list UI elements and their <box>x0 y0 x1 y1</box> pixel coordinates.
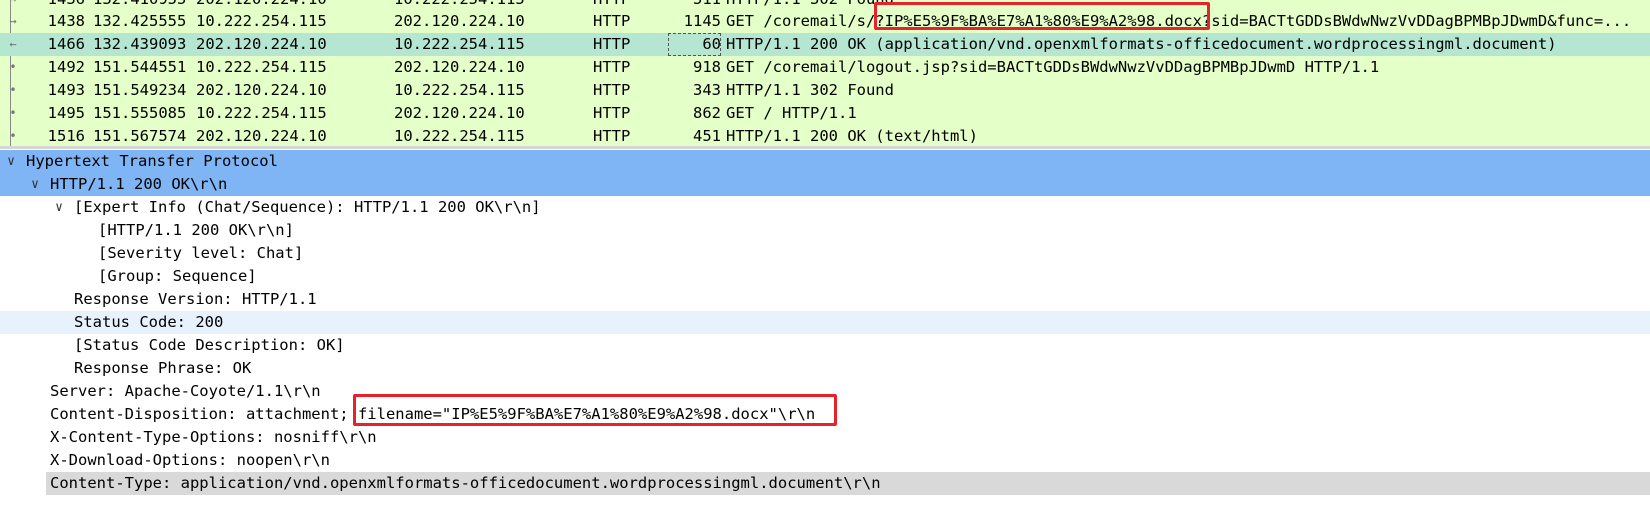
packet-protocol: HTTP <box>593 127 631 145</box>
packet-row[interactable]: • 1492 151.544551 10.222.254.115 202.120… <box>0 56 1650 79</box>
tree-item-label: Server: Apache-Coyote/1.1\r\n <box>50 382 321 400</box>
packet-row[interactable]: • 1493 151.549234 202.120.224.10 10.222.… <box>0 79 1650 102</box>
tree-item-x-content-type-options[interactable]: X-Content-Type-Options: nosniff\r\n <box>0 426 1650 449</box>
packet-number: 1438 <box>47 12 85 30</box>
packet-protocol: HTTP <box>593 104 631 122</box>
packet-length: 343 <box>693 81 721 99</box>
tree-item-status-description[interactable]: [Status Code Description: OK] <box>0 334 1650 357</box>
tree-item-severity[interactable]: [Severity level: Chat] <box>0 242 1650 265</box>
tree-item-label: HTTP/1.1 200 OK\r\n <box>50 175 228 193</box>
response-arrow-icon: ← <box>9 37 17 51</box>
packet-time: 151.555085 <box>93 104 187 122</box>
packet-length: 1145 <box>683 12 721 30</box>
packet-length: 60 <box>668 33 721 56</box>
tree-item-label: Response Phrase: OK <box>74 359 252 377</box>
tree-item-status-line[interactable]: ∨ HTTP/1.1 200 OK\r\n <box>0 173 1650 196</box>
packet-source: 10.222.254.115 <box>196 12 327 30</box>
packet-list: → 1436 132.410955 202.120.224.10 10.222.… <box>0 0 1650 148</box>
packet-length: 918 <box>693 58 721 76</box>
tree-item-content-type[interactable]: Content-Type: application/vnd.openxmlfor… <box>46 472 1650 495</box>
packet-number: 1492 <box>47 58 85 76</box>
packet-destination: 202.120.224.10 <box>394 58 525 76</box>
dot-icon: • <box>9 129 17 143</box>
packet-info: HTTP/1.1 302 Found <box>726 81 894 99</box>
tree-item-label: X-Download-Options: noopen\r\n <box>50 451 330 469</box>
tree-item-label: X-Content-Type-Options: nosniff\r\n <box>50 428 377 446</box>
tree-item-group[interactable]: [Group: Sequence] <box>0 265 1650 288</box>
tree-item-label: [Severity level: Chat] <box>98 244 304 262</box>
tree-item-response-phrase[interactable]: Response Phrase: OK <box>0 357 1650 380</box>
packet-destination: 202.120.224.10 <box>394 104 525 122</box>
packet-number: 1493 <box>47 81 85 99</box>
tree-item-status-code[interactable]: Status Code: 200 <box>0 311 1650 334</box>
packet-destination: 10.222.254.115 <box>394 81 525 99</box>
packet-info: GET / HTTP/1.1 <box>726 104 857 122</box>
packet-length: 862 <box>693 104 721 122</box>
packet-time: 151.544551 <box>93 58 187 76</box>
packet-time: 132.439093 <box>93 35 187 53</box>
packet-length: 451 <box>693 127 721 145</box>
packet-row[interactable]: • 1516 151.567574 202.120.224.10 10.222.… <box>0 125 1650 148</box>
annotation-highlight-request-filename <box>874 2 1210 30</box>
packet-source: 10.222.254.115 <box>196 104 327 122</box>
packet-source: 202.120.224.10 <box>196 81 327 99</box>
packet-source: 10.222.254.115 <box>196 58 327 76</box>
packet-row[interactable]: → 1438 132.425555 10.222.254.115 202.120… <box>0 10 1650 33</box>
tree-item-label: [HTTP/1.1 200 OK\r\n] <box>98 221 294 239</box>
tree-item-label: [Expert Info (Chat/Sequence): HTTP/1.1 2… <box>74 198 541 216</box>
tree-item-expert-info[interactable]: ∨ [Expert Info (Chat/Sequence): HTTP/1.1… <box>0 196 1650 219</box>
tree-item-http[interactable]: ∨ Hypertext Transfer Protocol <box>0 150 1650 173</box>
packet-details-tree: ∨ Hypertext Transfer Protocol ∨ HTTP/1.1… <box>0 149 1650 515</box>
packet-destination: 10.222.254.115 <box>394 127 525 145</box>
packet-number: 1495 <box>47 104 85 122</box>
packet-info: GET /coremail/logout.jsp?sid=BACTtGDDsBW… <box>726 58 1380 76</box>
packet-protocol: HTTP <box>593 58 631 76</box>
tree-item-label: Status Code: 200 <box>74 313 224 331</box>
chevron-down-icon[interactable]: ∨ <box>28 173 42 196</box>
packet-row[interactable]: • 1495 151.555085 10.222.254.115 202.120… <box>0 102 1650 125</box>
tree-item-label: Response Version: HTTP/1.1 <box>74 290 317 308</box>
tree-item-response-version[interactable]: Response Version: HTTP/1.1 <box>0 288 1650 311</box>
dot-icon: • <box>9 83 17 97</box>
request-arrow-icon: → <box>9 14 17 28</box>
tree-item-label: [Group: Sequence] <box>98 267 257 285</box>
tree-item-expert-message[interactable]: [HTTP/1.1 200 OK\r\n] <box>0 219 1650 242</box>
chevron-down-icon[interactable]: ∨ <box>52 196 66 219</box>
packet-time: 151.567574 <box>93 127 187 145</box>
tree-item-label: [Status Code Description: OK] <box>74 336 345 354</box>
tree-item-label: Hypertext Transfer Protocol <box>26 152 278 170</box>
packet-number: 1466 <box>47 35 85 53</box>
packet-row-selected[interactable]: ← 1466 132.439093 202.120.224.10 10.222.… <box>0 33 1650 56</box>
packet-protocol: HTTP <box>593 12 631 30</box>
packet-info: HTTP/1.1 200 OK (text/html) <box>726 127 978 145</box>
tree-item-label: Content-Type: application/vnd.openxmlfor… <box>50 474 881 492</box>
packet-info: HTTP/1.1 200 OK (application/vnd.openxml… <box>726 35 1557 53</box>
packet-destination: 10.222.254.115 <box>394 35 525 53</box>
packet-source: 202.120.224.10 <box>196 35 327 53</box>
dot-icon: • <box>9 106 17 120</box>
packet-number: 1516 <box>47 127 85 145</box>
chevron-down-icon[interactable]: ∨ <box>4 150 18 173</box>
packet-time: 132.425555 <box>93 12 187 30</box>
tree-item-x-download-options[interactable]: X-Download-Options: noopen\r\n <box>0 449 1650 472</box>
packet-source: 202.120.224.10 <box>196 127 327 145</box>
packet-protocol: HTTP <box>593 81 631 99</box>
annotation-highlight-response-filename <box>353 394 837 426</box>
dot-icon: • <box>9 60 17 74</box>
packet-destination: 202.120.224.10 <box>394 12 525 30</box>
packet-protocol: HTTP <box>593 35 631 53</box>
packet-time: 151.549234 <box>93 81 187 99</box>
